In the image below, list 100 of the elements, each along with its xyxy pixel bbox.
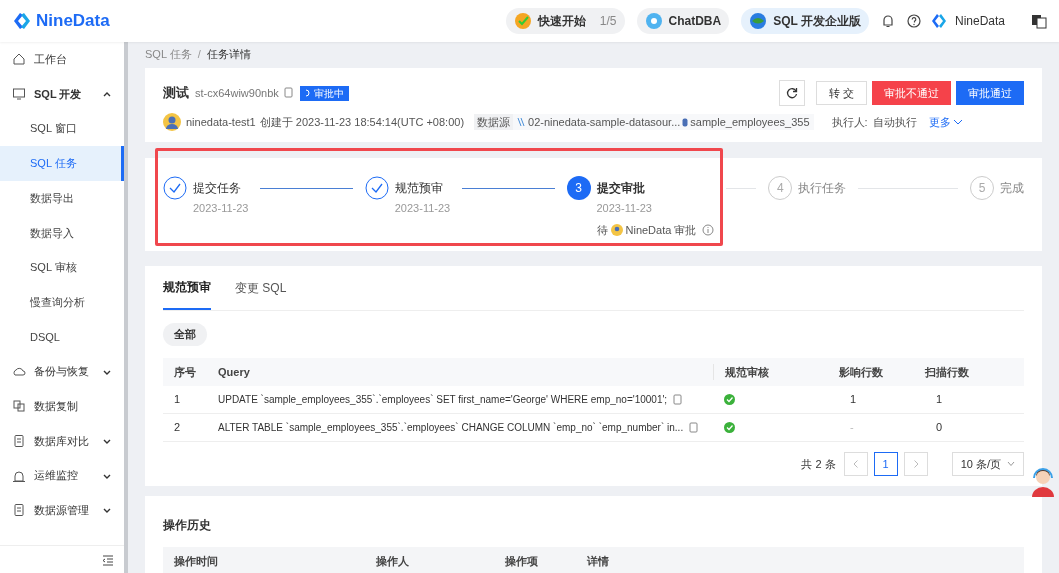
sidebar-item[interactable]: 数据源管理: [0, 492, 124, 528]
section-title: 操作历史: [163, 517, 212, 534]
tab[interactable]: 变更 SQL: [235, 265, 287, 310]
badge-icon: [749, 12, 768, 30]
badge-icon: [513, 12, 532, 30]
status-badge: 审批中: [299, 85, 349, 101]
datasource-name: 02-ninedata-sample-datasour...: [528, 114, 681, 130]
step-label: 提交任务: [193, 180, 242, 197]
datasource-icon: [517, 117, 526, 127]
sidebar-item[interactable]: SQL 窗口: [0, 111, 124, 147]
more-link[interactable]: 更多: [928, 113, 963, 131]
chevron-down-icon: [1007, 461, 1015, 467]
sidebar-item[interactable]: 数据导出: [0, 180, 124, 216]
breadcrumb-separator: /: [197, 46, 201, 62]
column-header: 规范审核: [713, 363, 839, 381]
executor-label: 执行人:: [831, 114, 868, 130]
sidebar-item[interactable]: DSQL: [0, 319, 124, 355]
logo-icon: [930, 13, 947, 29]
approver-name: NineData 审批: [625, 222, 697, 238]
task-title: 测试: [163, 84, 189, 103]
database-icon: [12, 503, 26, 518]
step-date: 2023-11-23: [394, 201, 451, 216]
sidebar-item[interactable]: 数据复制: [0, 388, 124, 424]
query-text: UPDATE `sample_employees_355`.`employees` SET first_name='George' WHERE emp_no='10001';: [218, 393, 668, 407]
chevron-down-icon: [952, 118, 963, 126]
logo-text: NineData: [36, 10, 110, 33]
bell-icon[interactable]: [880, 14, 895, 28]
sidebar-item[interactable]: SQL 任务: [0, 146, 124, 181]
table-cell-text: 1: [936, 392, 944, 408]
page-size-select[interactable]: 10 条/页: [951, 452, 1024, 476]
creator-name: ninedata-test1: [186, 114, 256, 130]
prev-page-icon[interactable]: [843, 452, 868, 476]
avatar-icon: [610, 223, 623, 236]
column-header: 序号: [174, 364, 197, 380]
monitor-icon: [12, 87, 26, 102]
step-label: 提交审批: [596, 180, 646, 197]
table-cell-text: 0: [936, 420, 944, 436]
sidebar-item[interactable]: 数据导入: [0, 215, 124, 251]
datasource-label: 数据源: [474, 113, 514, 131]
sidebar-item[interactable]: 慢查询分析: [0, 284, 124, 320]
column-header: 影响行数: [839, 364, 884, 380]
copy-icon[interactable]: [283, 87, 294, 99]
logo-icon: [12, 11, 32, 31]
created-time: 创建于 2023-11-23 18:54:14(UTC +08:00): [259, 114, 465, 130]
column-header: 操作项: [505, 553, 539, 569]
step-date: 2023-11-23: [193, 201, 249, 216]
copy-icon[interactable]: [673, 394, 683, 405]
tab[interactable]: 规范预审: [163, 265, 211, 310]
step-number: 3: [566, 176, 591, 200]
user-name[interactable]: NineData: [954, 12, 1005, 30]
transfer-button[interactable]: 转 交: [815, 81, 867, 105]
collapse-menu-icon[interactable]: [102, 553, 114, 566]
info-icon[interactable]: [702, 223, 715, 236]
column-header: 扫描行数: [925, 364, 970, 380]
refresh-button[interactable]: [778, 80, 805, 106]
assistant-avatar-icon[interactable]: [1029, 467, 1057, 497]
sidebar-item[interactable]: 备份与恢复: [0, 354, 124, 389]
home-icon: [12, 52, 26, 67]
table-cell-text: 1: [174, 392, 182, 408]
executor-value: 自动执行: [872, 114, 917, 130]
chat-bubble-icon: [644, 12, 663, 30]
table-cell-text: 1: [850, 392, 858, 408]
pending-label: 待: [596, 222, 608, 238]
copy-icon: [12, 399, 26, 414]
alarm-icon: [12, 468, 26, 483]
reject-button[interactable]: 审批不通过: [872, 81, 951, 105]
query-text: ALTER TABLE `sample_employees_355`.`employees` CHANGE COLUMN `emp_no` `emp_number` in...: [218, 421, 684, 435]
column-header: 操作人: [376, 553, 410, 569]
database-icon: [682, 117, 689, 127]
table-cell-text: -: [850, 420, 855, 436]
header-pill-button[interactable]: SQL 开发企业版: [741, 8, 869, 34]
next-page-icon[interactable]: [903, 452, 928, 476]
task-id: st-cx64wiw90nbk: [195, 85, 279, 101]
approve-button[interactable]: 审批通过: [956, 81, 1024, 105]
avatar-icon: [163, 113, 181, 131]
step-label: 执行任务: [798, 180, 847, 197]
translate-icon[interactable]: [1031, 13, 1047, 29]
help-icon[interactable]: [906, 14, 921, 28]
sidebar-item[interactable]: SQL 审核: [0, 250, 124, 285]
step-label: 完成: [1000, 180, 1024, 197]
database-icon: [12, 433, 26, 448]
sidebar-item[interactable]: 工作台: [0, 42, 124, 77]
page-button[interactable]: 1: [873, 452, 898, 476]
column-header: 详情: [587, 553, 610, 569]
sidebar-item[interactable]: 运维监控: [0, 458, 124, 493]
step-date: 2023-11-23: [596, 201, 653, 216]
copy-icon[interactable]: [689, 422, 699, 433]
step-label: 规范预审: [394, 180, 444, 197]
column-header: Query: [218, 364, 251, 380]
table-cell-text: 2: [174, 420, 182, 436]
filter-chip[interactable]: 全部: [163, 323, 207, 346]
sidebar-item[interactable]: SQL 开发: [0, 76, 124, 112]
total-count: 共 2 条: [801, 456, 836, 472]
progress-count: 1/5: [599, 13, 617, 30]
database-name: sample_employees_355: [690, 114, 810, 130]
column-header: 操作时间: [174, 553, 219, 569]
sidebar-item[interactable]: 数据库对比: [0, 423, 124, 459]
header-pill-button[interactable]: 快速开始 1/5: [505, 8, 625, 34]
header-pill-button[interactable]: ChatDBA: [636, 8, 730, 34]
refresh-icon: [785, 87, 798, 99]
